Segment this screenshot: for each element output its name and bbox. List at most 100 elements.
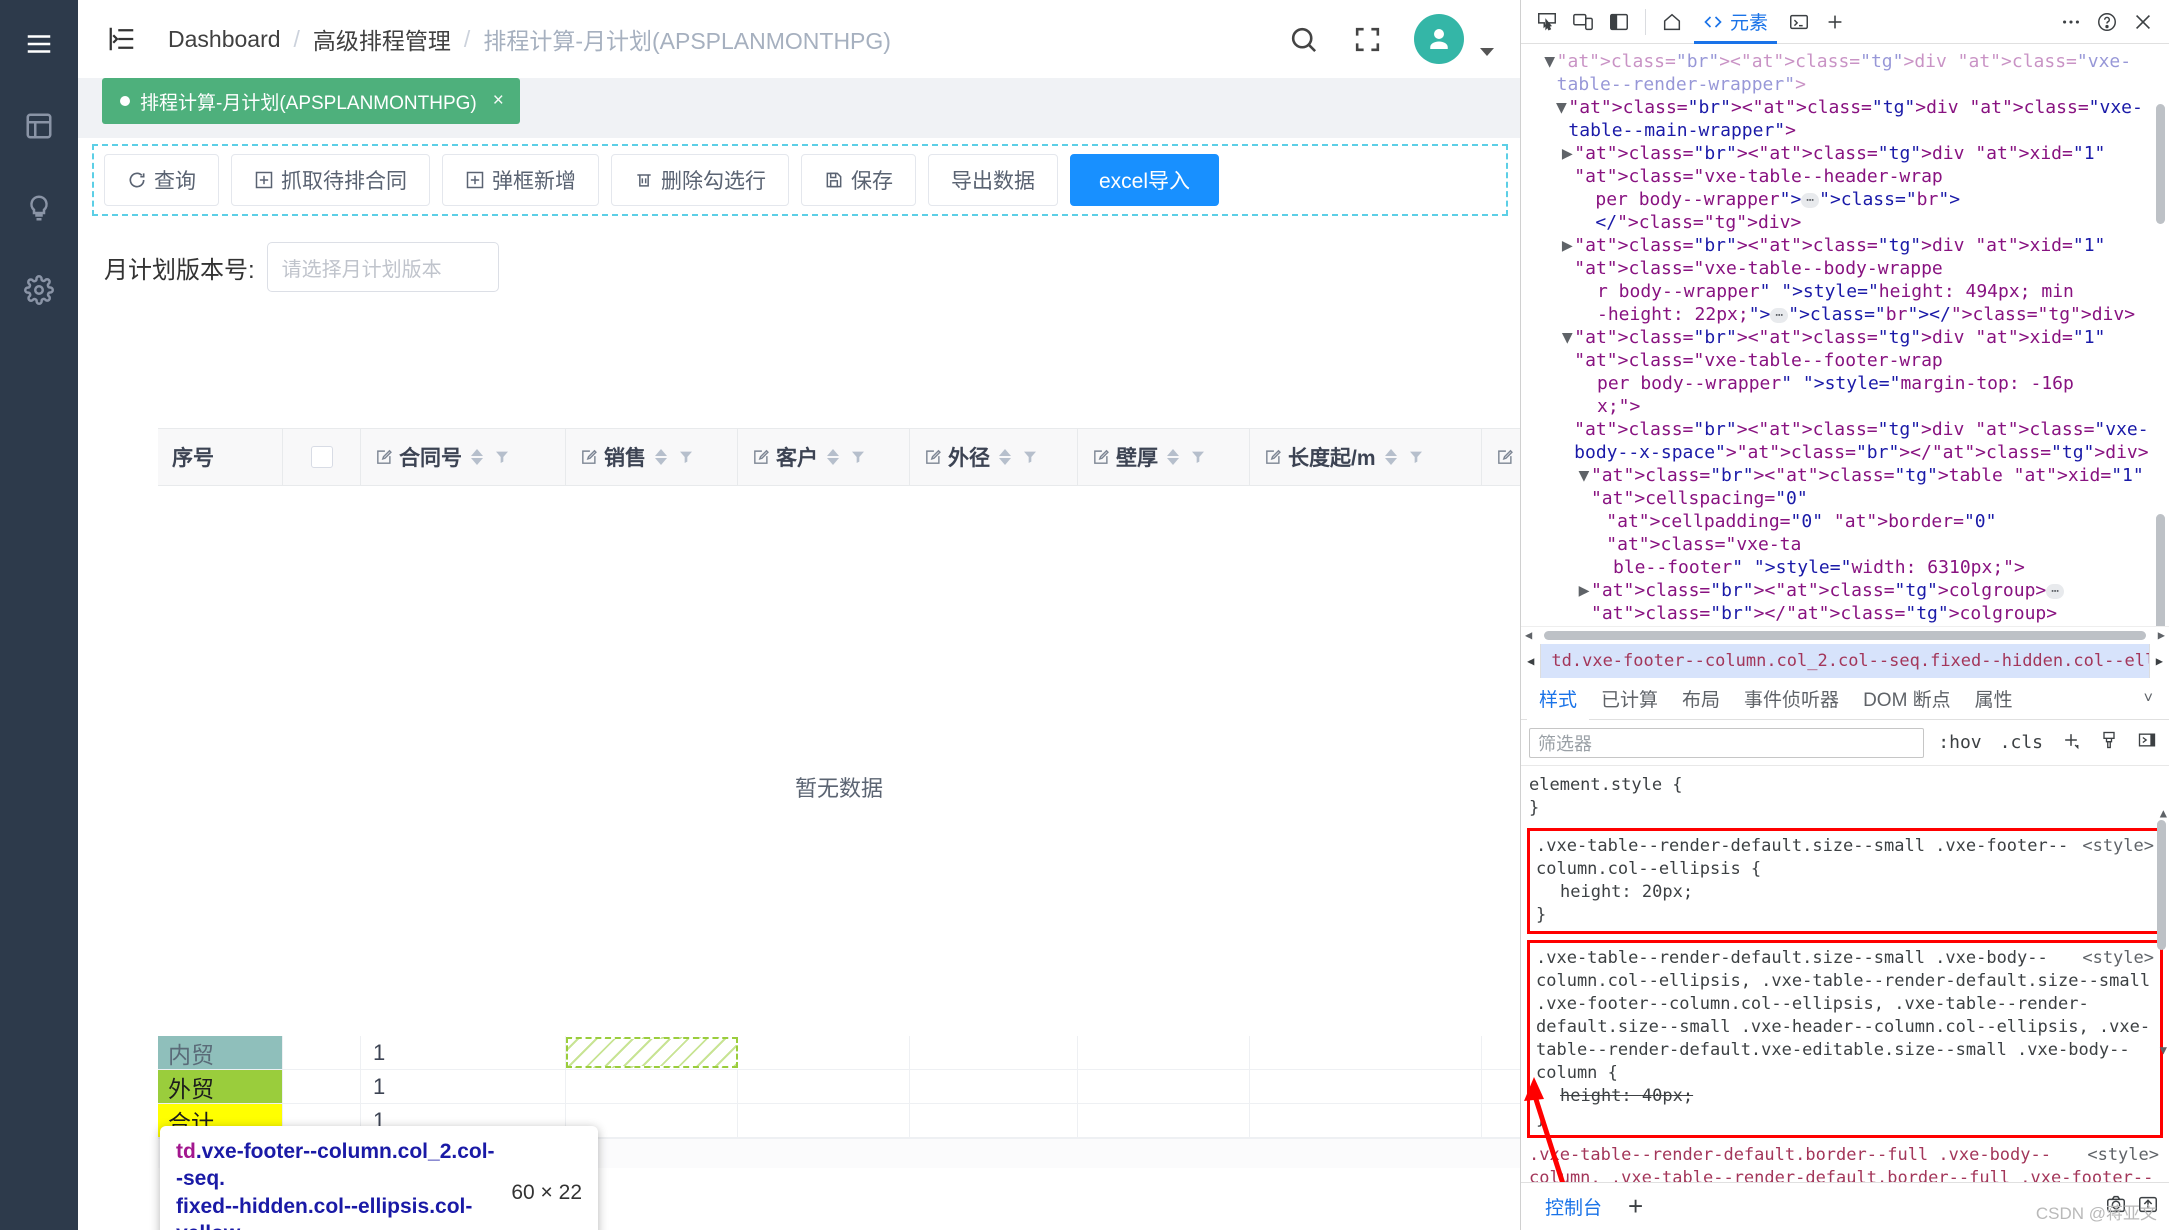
scrollbar-thumb[interactable] [1544, 631, 2146, 640]
paintbrush-icon[interactable] [2095, 730, 2123, 755]
gear-icon[interactable] [19, 270, 59, 310]
console-tab[interactable]: 控制台 [1531, 1187, 1616, 1226]
footer-cell[interactable] [1250, 1104, 1482, 1137]
footer-cell-highlighted[interactable] [566, 1037, 738, 1068]
footer-cell[interactable] [1078, 1036, 1250, 1069]
dom-tree-line[interactable]: ▼ "at">class="br"><"at">class="tg">div "a… [1521, 50, 2151, 96]
filter-icon[interactable] [678, 449, 694, 465]
dom-tree-line[interactable]: r body--wrapper" ">style="height: 494px;… [1521, 280, 2151, 303]
styles-scroll-down-icon[interactable]: ▼ [2160, 1039, 2167, 1062]
breadcrumb-next-button[interactable]: ▶ [2148, 644, 2169, 678]
tab-apsplanmonthpg[interactable]: 排程计算-月计划(APSPLANMONTHPG) × [102, 78, 520, 124]
expand-triangle-icon[interactable]: ▼ [1543, 50, 1557, 96]
add-tab-button[interactable] [1817, 4, 1853, 40]
cls-button[interactable]: .cls [1996, 732, 2047, 753]
breadcrumb-item-1[interactable]: 高级排程管理 [313, 22, 451, 56]
footer-cell[interactable] [283, 1070, 361, 1103]
dom-tree[interactable]: ▼ "at">class="br"><"at">class="tg">div "a… [1521, 44, 2169, 644]
collapse-triangle-icon[interactable]: ▶ [1560, 142, 1574, 188]
new-style-rule-button[interactable] [2057, 730, 2085, 755]
column-header-contract-no[interactable]: 合同号 [361, 429, 566, 485]
column-header-length-from[interactable]: 长度起/m [1250, 429, 1482, 485]
dom-tree-line[interactable]: "at">class="br"><"at">class="tg">div "at… [1521, 418, 2151, 464]
scroll-right-icon[interactable]: ▶ [2158, 624, 2165, 644]
footer-cell[interactable] [283, 1036, 361, 1069]
tab-dom-breakpoints[interactable]: DOM 断点 [1851, 678, 1963, 720]
sort-icon[interactable] [999, 449, 1011, 465]
footer-cell[interactable]: 1 [361, 1036, 566, 1069]
style-prop-1[interactable]: height [1560, 882, 1621, 902]
style-rule-border-full[interactable]: <style> .vxe-table--render-default.borde… [1525, 1142, 2169, 1182]
styles-scrollbar-thumb[interactable] [2157, 820, 2166, 950]
column-header-length-to[interactable]: 长度止/m [1482, 429, 1520, 485]
dom-tree-line[interactable]: ▼ "at">class="br"><"at">class="tg">div "a… [1521, 96, 2151, 142]
dom-tree-horizontal-scrollbar[interactable]: ◀ ▶ [1521, 626, 2169, 644]
footer-cell[interactable] [1078, 1070, 1250, 1103]
collapse-triangle-icon[interactable]: ▶ [1560, 234, 1574, 280]
column-header-wall-thickness[interactable]: 壁厚 [1078, 429, 1250, 485]
help-icon[interactable] [2089, 4, 2125, 40]
footer-cell[interactable] [1078, 1104, 1250, 1137]
footer-cell[interactable] [738, 1104, 910, 1137]
tab-event-listeners[interactable]: 事件侦听器 [1732, 678, 1851, 720]
footer-cell[interactable] [566, 1070, 738, 1103]
dock-side-icon[interactable] [1601, 4, 1637, 40]
sort-icon[interactable] [1167, 449, 1179, 465]
sort-icon[interactable] [1384, 449, 1397, 465]
menu-icon[interactable] [19, 24, 59, 64]
table-row[interactable]: 外贸 1 [158, 1070, 1520, 1104]
home-icon[interactable] [1654, 4, 1690, 40]
footer-cell[interactable] [738, 1036, 910, 1069]
close-icon[interactable] [2125, 4, 2161, 40]
footer-cell[interactable] [738, 1070, 910, 1103]
footer-cell[interactable] [910, 1070, 1078, 1103]
dom-tree-line[interactable]: per body--wrapper" ">style="margin-top: … [1521, 372, 2151, 395]
tab-elements[interactable]: 元素 [1690, 0, 1781, 44]
more-options-icon[interactable] [2053, 4, 2089, 40]
footer-cell[interactable] [1250, 1070, 1482, 1103]
dom-tree-line[interactable]: x;"> [1521, 395, 2151, 418]
sort-icon[interactable] [827, 449, 839, 465]
tab-properties[interactable]: 属性 [1963, 678, 2025, 720]
styles-filter-input[interactable]: 筛选器 [1529, 727, 1925, 758]
dom-tree-line[interactable]: ▼ "at">class="br"><"at">class="tg">div "a… [1521, 326, 2151, 372]
dom-tree-line[interactable]: ▶ "at">class="br"><"at">class="tg">div "a… [1521, 142, 2151, 188]
dom-tree-line[interactable]: "at">cellpadding="0" "at">border="0" "at… [1521, 510, 2151, 556]
close-icon[interactable]: × [493, 90, 504, 112]
breadcrumb-prev-button[interactable]: ◀ [1521, 644, 1542, 678]
filter-icon[interactable] [494, 449, 510, 465]
footer-cell[interactable] [910, 1036, 1078, 1069]
inspect-icon[interactable] [1529, 4, 1565, 40]
bulb-icon[interactable] [19, 188, 59, 228]
breadcrumb-item-0[interactable]: Dashboard [168, 26, 281, 53]
console-drawer-icon[interactable] [1781, 4, 1817, 40]
style-declaration-2[interactable]: height: 40px; [1536, 1085, 2154, 1108]
filter-icon[interactable] [1190, 449, 1206, 465]
add-drawer-tab-button[interactable]: + [1628, 1191, 1643, 1222]
expand-triangle-icon[interactable]: ▼ [1577, 464, 1591, 510]
expand-triangle-icon[interactable]: ▼ [1554, 96, 1568, 142]
save-button[interactable]: 保存 [801, 154, 916, 206]
style-rule-element-style[interactable]: element.style { } [1525, 772, 2169, 822]
dom-tree-scrollbar-thumb-2[interactable] [2156, 514, 2165, 634]
style-source-2[interactable]: <style> [2082, 947, 2154, 970]
hov-button[interactable]: :hov [1934, 732, 1985, 753]
sort-icon[interactable] [655, 449, 667, 465]
dialog-add-button[interactable]: 弹框新增 [442, 154, 599, 206]
avatar[interactable] [1414, 14, 1464, 64]
style-declaration-1[interactable]: height: 20px; [1536, 881, 2154, 904]
dom-breadcrumb-selector[interactable]: td.vxe-footer--column.col_2.col--seq.fix… [1541, 651, 2148, 671]
footer-cell[interactable] [910, 1104, 1078, 1137]
dom-tree-line[interactable]: ▶ "at">class="br"><"at">class="tg">colgro… [1521, 579, 2151, 625]
style-source-1[interactable]: <style> [2082, 835, 2154, 858]
search-icon[interactable] [1286, 22, 1320, 56]
device-toolbar-icon[interactable] [1565, 4, 1601, 40]
dom-tree-scrollbar-thumb[interactable] [2156, 104, 2165, 224]
export-data-button[interactable]: 导出数据 [928, 154, 1058, 206]
column-header-customer[interactable]: 客户 [738, 429, 910, 485]
collapse-menu-icon[interactable] [102, 19, 142, 59]
select-all-checkbox[interactable] [310, 446, 333, 468]
sort-icon[interactable] [471, 449, 483, 465]
chevron-down-icon[interactable] [1480, 48, 1494, 56]
style-rule-footer-ellipsis[interactable]: <style> .vxe-table--render-default.size-… [1527, 828, 2163, 934]
